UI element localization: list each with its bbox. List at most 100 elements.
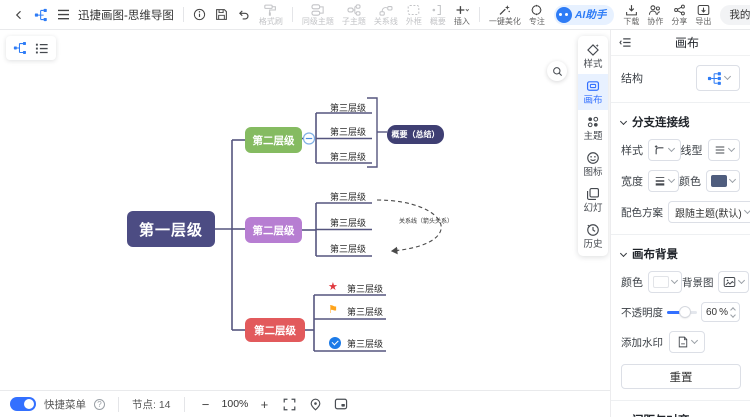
leaf-node[interactable]: 第三层级 xyxy=(324,150,372,163)
divider xyxy=(478,7,480,22)
relation-line-button[interactable]: 关系线 xyxy=(370,0,402,30)
collaborate-button[interactable]: 协作 xyxy=(643,0,667,30)
rail-canvas-label: 画布 xyxy=(583,95,603,106)
branch-line-section-title: 分支连接线 xyxy=(632,117,690,129)
flag-icon[interactable]: ⚑ xyxy=(328,304,338,316)
focus-button[interactable]: 专注 xyxy=(525,0,549,30)
status-bar: 快捷菜单 ? 节点: 14 − 100% + xyxy=(0,390,610,417)
opacity-slider[interactable] xyxy=(667,306,697,317)
sibling-topic-button[interactable]: 同级主题 xyxy=(298,0,338,30)
rail-style-label: 样式 xyxy=(583,59,603,70)
chevron-down-icon xyxy=(728,175,737,184)
rail-history-label: 历史 xyxy=(583,239,603,250)
locate-center-icon[interactable] xyxy=(306,395,324,413)
leaf-node[interactable]: 第三层级 xyxy=(324,101,372,114)
divider xyxy=(291,7,293,22)
chevron-down-icon xyxy=(668,144,676,153)
color-swatch xyxy=(653,276,669,288)
mindmap-view-icon[interactable] xyxy=(13,41,27,55)
root-node[interactable]: 第一层级 xyxy=(127,211,215,247)
save-button[interactable] xyxy=(211,3,233,27)
my-files-button[interactable]: 我的文件 xyxy=(720,4,750,25)
divider xyxy=(611,234,750,235)
opacity-stepper[interactable]: 60 % xyxy=(700,302,740,322)
bg-image-dropdown[interactable] xyxy=(717,271,749,293)
help-icon[interactable]: ? xyxy=(94,398,105,410)
stepper-arrows-icon[interactable] xyxy=(730,306,736,318)
leaf-node[interactable]: 第三层级 xyxy=(324,190,372,203)
rail-canvas-tab[interactable]: 画布 xyxy=(578,74,608,110)
structure-label: 结构 xyxy=(621,73,643,85)
minimap-icon[interactable] xyxy=(332,395,350,413)
align-section-header[interactable]: 间距与对齐 xyxy=(611,412,750,417)
color-scheme-dropdown[interactable]: 跟随主题(默认) xyxy=(668,201,750,223)
leaf-node[interactable]: 第三层级 xyxy=(324,242,372,255)
search-button[interactable] xyxy=(547,61,567,81)
line-type-dropdown[interactable] xyxy=(707,139,740,161)
watermark-dropdown[interactable] xyxy=(669,331,705,353)
canvas-bg-section-header[interactable]: 画布背景 xyxy=(611,246,750,262)
insert-label: 插入 xyxy=(453,16,470,26)
zoom-in-button[interactable]: + xyxy=(256,397,272,412)
fit-screen-icon[interactable] xyxy=(280,395,298,413)
leaf-node[interactable]: 第三层级 xyxy=(324,125,372,138)
star-icon[interactable]: ★ xyxy=(328,281,338,293)
branch-color-dropdown[interactable] xyxy=(706,170,740,192)
canvas-bg-section-title: 画布背景 xyxy=(632,249,678,261)
share-button[interactable]: 分享 xyxy=(667,0,691,30)
info-icon[interactable] xyxy=(189,3,211,27)
leaf-node[interactable]: 第三层级 xyxy=(346,282,384,295)
format-painter-label: 格式刷 xyxy=(258,16,283,26)
chevron-down-icon xyxy=(670,276,679,285)
undo-button[interactable] xyxy=(233,3,255,27)
summary-node[interactable]: 概要（总结） xyxy=(387,125,444,144)
leaf-node[interactable]: 第三层级 xyxy=(346,305,384,318)
branch-node-red[interactable]: 第二层级 xyxy=(245,318,305,342)
insert-button[interactable]: 插入 xyxy=(450,0,474,30)
rail-theme-tab[interactable]: 主题 xyxy=(578,110,608,146)
outline-view-icon[interactable] xyxy=(35,42,49,55)
color-scheme-value: 跟随主题(默认) xyxy=(675,208,742,220)
summary-button[interactable]: 概要 xyxy=(426,0,450,30)
menu-icon[interactable] xyxy=(52,3,74,27)
rail-slides-label: 幻灯 xyxy=(583,203,603,214)
chevron-down-icon xyxy=(667,175,675,184)
sub-topic-button[interactable]: 子主题 xyxy=(338,0,370,30)
export-button[interactable]: 导出 xyxy=(691,0,715,30)
branch-node-purple[interactable]: 第二层级 xyxy=(245,217,302,243)
rail-style-tab[interactable]: 样式 xyxy=(578,38,608,74)
format-painter-button[interactable]: 格式刷 xyxy=(255,0,287,30)
back-button[interactable] xyxy=(8,3,30,27)
download-button[interactable]: 下载 xyxy=(619,0,643,30)
app: 迅捷画图-思维导图 格式刷 同级主题 子主题 关系线 外框 概要 插入 一键美化… xyxy=(0,0,750,417)
branch-line-section-header[interactable]: 分支连接线 xyxy=(611,114,750,130)
mindmap-canvas[interactable]: 第一层级 第二层级 第二层级 第二层级 概要（总结） 第三层级 第三层级 第三层… xyxy=(0,30,610,390)
leaf-node[interactable]: 第三层级 xyxy=(346,337,384,350)
relation-line-label[interactable]: 关系线（箭头关系） xyxy=(399,216,453,225)
bg-color-dropdown[interactable] xyxy=(648,271,682,293)
zoom-out-button[interactable]: − xyxy=(198,397,214,412)
rail-theme-label: 主题 xyxy=(583,131,603,142)
branch-width-label: 宽度 xyxy=(621,176,643,188)
collapse-panel-icon[interactable] xyxy=(619,37,632,48)
quick-menu-label: 快捷菜单 xyxy=(44,398,86,411)
ai-assistant-button[interactable]: AI助手 xyxy=(553,4,615,25)
quick-menu-toggle[interactable] xyxy=(10,397,36,411)
structure-dropdown[interactable] xyxy=(696,65,740,91)
bg-image-label: 背景图 xyxy=(682,276,714,289)
rail-slides-tab[interactable]: 幻灯 xyxy=(578,182,608,218)
beautify-button[interactable]: 一键美化 xyxy=(485,0,525,30)
reset-button[interactable]: 重置 xyxy=(621,364,741,389)
check-badge-icon[interactable] xyxy=(329,337,341,349)
rail-history-tab[interactable]: 历史 xyxy=(578,218,608,254)
branch-width-row: 宽度 颜色 xyxy=(611,170,750,192)
rail-icon-tab[interactable]: 图标 xyxy=(578,146,608,182)
branch-node-green[interactable]: 第二层级 xyxy=(245,127,302,153)
divider xyxy=(118,396,119,412)
branch-style-dropdown[interactable] xyxy=(648,139,681,161)
bg-color-label: 颜色 xyxy=(621,277,643,289)
branch-width-dropdown[interactable] xyxy=(648,170,679,192)
leaf-node[interactable]: 第三层级 xyxy=(324,216,372,229)
outer-frame-button[interactable]: 外框 xyxy=(402,0,426,30)
opacity-slider-knob[interactable] xyxy=(679,306,690,317)
